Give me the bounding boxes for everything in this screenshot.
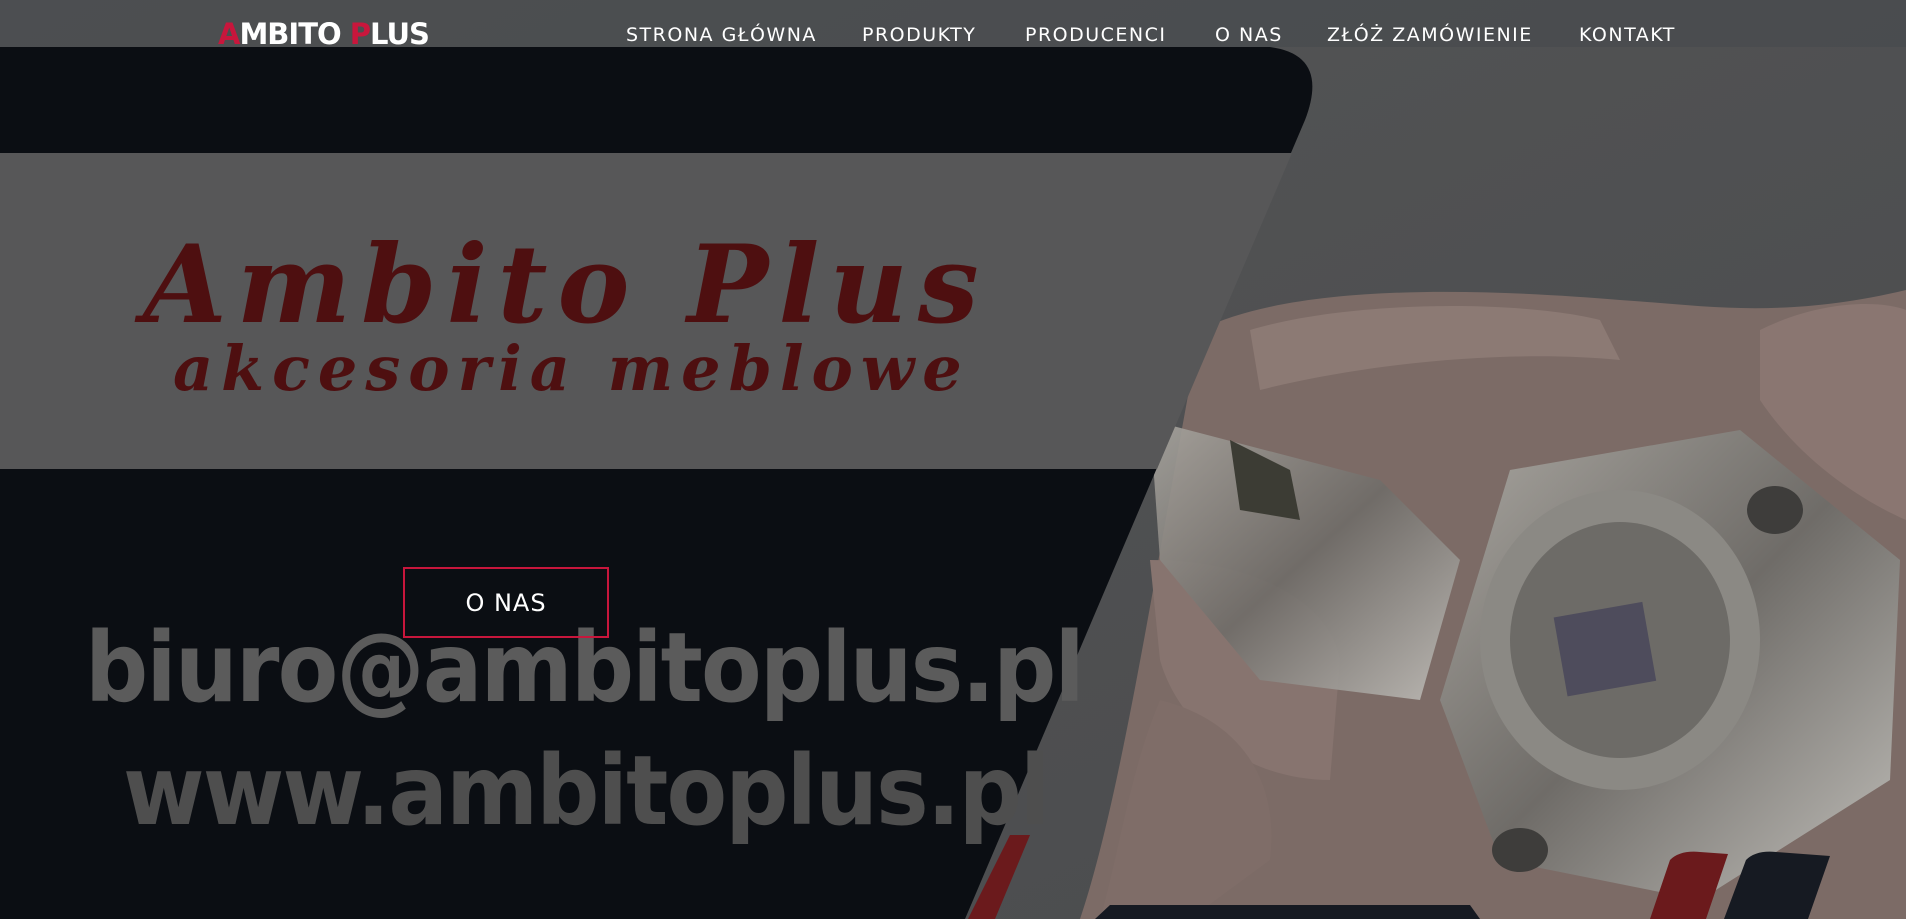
about-us-button[interactable]: O NAS [403, 567, 609, 638]
nav-about[interactable]: O NAS [1215, 24, 1283, 46]
nav-contact[interactable]: KONTAKT [1579, 24, 1676, 46]
nav-products[interactable]: PRODUKTY [862, 24, 976, 46]
nav-manufacturers[interactable]: PRODUCENCI [1025, 24, 1167, 46]
banner-subtitle: akcesoria meblowe [173, 332, 970, 405]
nav-order[interactable]: ZŁÓŻ ZAMÓWIENIE [1327, 24, 1533, 46]
main-nav: STRONA GŁÓWNA PRODUKTY PRODUCENCI O NAS … [0, 24, 1906, 52]
banner-title: Ambito Plus [143, 222, 989, 348]
nav-home[interactable]: STRONA GŁÓWNA [626, 24, 817, 46]
website-address-text: www.ambitoplus.pl [123, 735, 1050, 847]
